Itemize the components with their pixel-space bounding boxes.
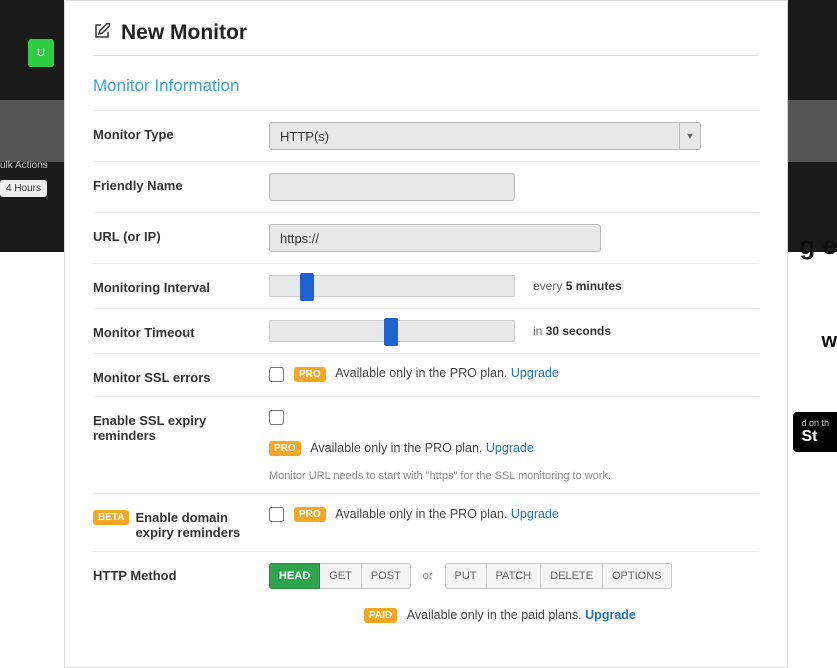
bg-hours-pill: 4 Hours [0,180,47,197]
timeout-slider[interactable] [269,320,515,342]
pro-note-text: Available only in the PRO plan. [335,507,507,521]
bg-text-frag: g e [799,230,837,261]
url-input[interactable] [269,224,601,252]
ssl-expiry-checkbox[interactable] [269,410,284,425]
interval-slider-thumb[interactable] [300,273,314,301]
domain-expiry-checkbox[interactable] [269,507,284,522]
http-method-post[interactable]: POST [362,563,411,589]
bg-store-line2: St [801,428,829,446]
bg-text-frag2: w [821,330,837,353]
ssl-errors-checkbox[interactable] [269,367,284,382]
pro-note-text: Available only in the PRO plan. [335,366,507,380]
friendly-name-input[interactable] [269,173,515,201]
pro-badge: PRO [269,441,301,456]
timeout-slider-thumb[interactable] [384,318,398,346]
new-monitor-modal: New Monitor Monitor Information Monitor … [64,0,788,668]
label-url: URL (or IP) [93,224,269,244]
pro-badge: PRO [294,507,326,522]
upgrade-link[interactable]: Upgrade [511,366,559,380]
http-method-options[interactable]: OPTIONS [603,563,672,589]
chevron-down-icon[interactable]: ▼ [679,122,701,150]
paid-badge: PAID [364,608,397,623]
beta-badge: BETA [93,510,129,525]
http-method-delete[interactable]: DELETE [541,563,603,589]
modal-title: New Monitor [121,21,247,45]
bg-store-line1: d on th [801,418,829,428]
pro-badge: PRO [294,367,326,382]
interval-hint: every 5 minutes [533,279,622,293]
interval-slider[interactable] [269,275,515,297]
paid-note-text: Available only in the paid plans. [407,608,582,622]
monitor-type-select[interactable]: HTTP(s) [269,122,679,150]
upgrade-link[interactable]: Upgrade [585,608,636,622]
or-label: or [419,570,437,582]
edit-icon [93,22,111,45]
http-method-patch[interactable]: PATCH [487,563,542,589]
label-interval: Monitoring Interval [93,275,269,295]
bg-upgrade-button: U [28,39,54,67]
label-friendly-name: Friendly Name [93,173,269,193]
timeout-hint: in 30 seconds [533,324,611,338]
pro-note-text: Available only in the PRO plan. [310,441,482,455]
ssl-https-hint: Monitor URL needs to start with "https" … [269,470,759,482]
upgrade-link[interactable]: Upgrade [486,441,534,455]
label-domain-expiry: Enable domain expiry reminders [135,510,269,540]
http-method-put[interactable]: PUT [445,563,487,589]
section-monitor-info: Monitor Information [93,76,759,96]
label-http-method: HTTP Method [93,563,269,583]
http-method-get[interactable]: GET [320,563,362,589]
label-timeout: Monitor Timeout [93,320,269,340]
label-monitor-type: Monitor Type [93,122,269,142]
upgrade-link[interactable]: Upgrade [511,507,559,521]
label-ssl-expiry: Enable SSL expiry reminders [93,408,269,443]
label-ssl-errors: Monitor SSL errors [93,365,269,385]
http-method-head[interactable]: HEAD [269,563,320,589]
bg-bulk-actions: ulk Actions [0,160,48,171]
